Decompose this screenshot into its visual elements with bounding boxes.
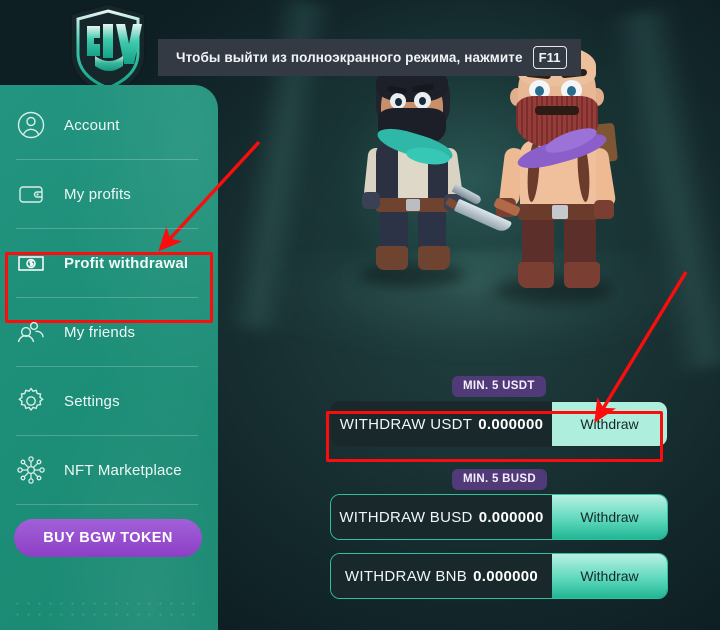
withdraw-currency-label: WITHDRAW BUSD <box>339 508 473 526</box>
withdraw-bar-busd: WITHDRAW BUSD 0.000000 Withdraw <box>330 494 668 540</box>
money-bill-icon <box>14 246 48 280</box>
fullscreen-notification-text: Чтобы выйти из полноэкранного режима, на… <box>176 50 523 65</box>
game-character-bandit-right <box>453 44 635 309</box>
withdraw-bar-usdt: WITHDRAW USDT 0.000000 Withdraw <box>330 401 668 447</box>
sidebar-item-label: NFT Marketplace <box>64 461 182 479</box>
withdraw-amount: 0.000000 <box>478 415 544 433</box>
min-badge-usdt: MIN. 5 USDT <box>452 376 546 397</box>
sidebar-item-my-profits[interactable]: My profits <box>0 160 218 228</box>
withdraw-button-busd[interactable]: Withdraw <box>552 495 667 539</box>
withdraw-button-usdt[interactable]: Withdraw <box>552 402 667 446</box>
sidebar-dot-pattern <box>12 598 202 624</box>
keycap-f11: F11 <box>532 46 567 69</box>
gear-icon <box>14 384 48 418</box>
game-character-bandit-left <box>348 64 483 294</box>
min-badge-busd: MIN. 5 BUSD <box>452 469 547 490</box>
withdraw-panel: MIN. 5 USDT WITHDRAW USDT 0.000000 Withd… <box>330 376 670 610</box>
token-button-container: BUY BGW TOKEN <box>0 505 218 557</box>
withdraw-button-bnb[interactable]: Withdraw <box>552 554 667 598</box>
buy-bgw-token-button[interactable]: BUY BGW TOKEN <box>14 519 202 557</box>
withdraw-amount: 0.000000 <box>473 567 539 585</box>
sidebar: Account My profits Profit withdrawal My … <box>0 85 218 630</box>
app-root: Чтобы выйти из полноэкранного режима, на… <box>0 0 720 630</box>
withdraw-bar-bnb: WITHDRAW BNB 0.000000 Withdraw <box>330 553 668 599</box>
sidebar-item-label: My friends <box>64 323 136 341</box>
sidebar-item-nft-marketplace[interactable]: NFT Marketplace <box>0 436 218 504</box>
withdraw-row-bnb: WITHDRAW BNB 0.000000 Withdraw <box>330 553 670 599</box>
fullscreen-notification: Чтобы выйти из полноэкранного режима, на… <box>158 39 581 76</box>
withdraw-currency-label: WITHDRAW BNB <box>344 567 468 585</box>
nft-network-icon <box>14 453 48 487</box>
sidebar-item-settings[interactable]: Settings <box>0 367 218 435</box>
sidebar-item-account[interactable]: Account <box>0 91 218 159</box>
users-icon <box>14 315 48 349</box>
withdraw-label-bnb: WITHDRAW BNB 0.000000 <box>331 554 552 598</box>
withdraw-currency-label: WITHDRAW USDT <box>339 415 473 433</box>
withdraw-row-usdt: MIN. 5 USDT WITHDRAW USDT 0.000000 Withd… <box>330 376 670 447</box>
withdraw-row-busd: MIN. 5 BUSD WITHDRAW BUSD 0.000000 Withd… <box>330 469 670 540</box>
bgw-shield-logo[interactable] <box>67 2 149 98</box>
sidebar-item-label: Settings <box>64 392 120 410</box>
withdraw-label-usdt: WITHDRAW USDT 0.000000 <box>331 402 552 446</box>
sidebar-item-label: Account <box>64 116 120 134</box>
sidebar-item-label: Profit withdrawal <box>64 254 189 272</box>
sidebar-nav: Account My profits Profit withdrawal My … <box>0 85 218 557</box>
withdraw-label-busd: WITHDRAW BUSD 0.000000 <box>331 495 552 539</box>
sidebar-item-my-friends[interactable]: My friends <box>0 298 218 366</box>
withdraw-amount: 0.000000 <box>478 508 544 526</box>
wallet-icon <box>14 177 48 211</box>
sidebar-item-label: My profits <box>64 185 132 203</box>
sidebar-item-profit-withdrawal[interactable]: Profit withdrawal <box>0 229 218 297</box>
user-circle-icon <box>14 108 48 142</box>
